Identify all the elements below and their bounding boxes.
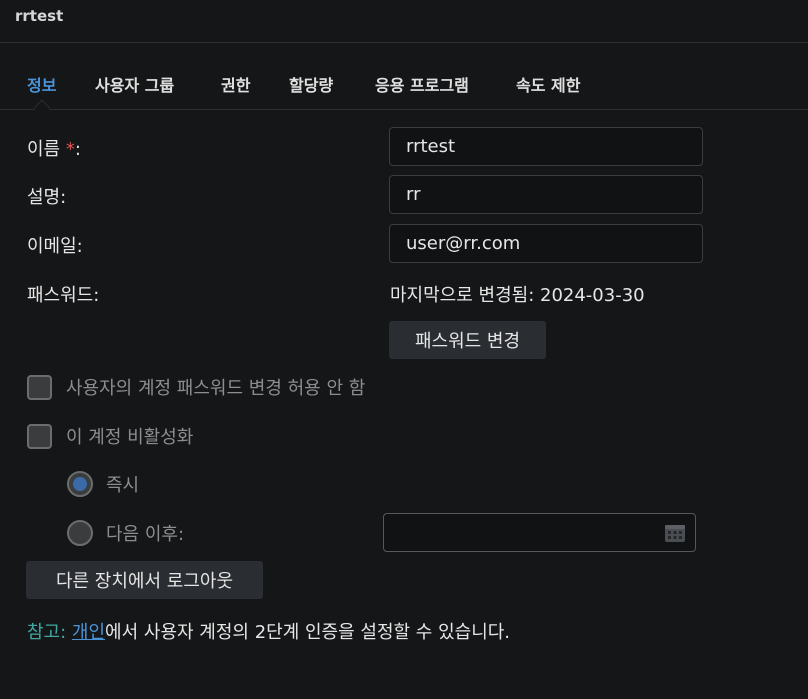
disallow-password-change-label: 사용자의 계정 패스워드 변경 허용 안 함 [66, 378, 366, 399]
email-label: 이메일: [27, 236, 83, 257]
immediately-label: 즉시 [106, 475, 140, 496]
name-label-text: 이름 [27, 139, 61, 160]
two-factor-note: 참고: 개인에서 사용자 계정의 2단계 인증을 설정할 수 있습니다. [27, 618, 510, 644]
password-last-changed-date: 2024-03-30 [540, 285, 645, 306]
logout-other-devices-button[interactable]: 다른 장치에서 로그아웃 [26, 561, 263, 599]
tab-bar: 정보 사용자 그룹 권한 할당량 응용 프로그램 속도 제한 [0, 44, 808, 117]
change-password-button[interactable]: 패스워드 변경 [389, 321, 546, 359]
tab-permissions[interactable]: 권한 [221, 72, 250, 96]
name-label: 이름 *: [27, 135, 81, 161]
required-marker: * [65, 139, 75, 160]
name-input[interactable] [389, 127, 703, 166]
tab-user-groups[interactable]: 사용자 그룹 [95, 72, 174, 96]
password-label: 패스워드: [27, 285, 100, 306]
after-date-radio[interactable] [67, 520, 93, 546]
personal-link[interactable]: 개인 [72, 622, 105, 643]
tab-speed-limit[interactable]: 속도 제한 [516, 72, 580, 96]
password-last-changed: 마지막으로 변경됨: 2024-03-30 [390, 281, 645, 307]
password-last-changed-label: 마지막으로 변경됨: [390, 285, 535, 306]
immediately-radio[interactable] [67, 471, 93, 497]
description-input[interactable] [389, 175, 703, 214]
after-date-label: 다음 이후: [106, 524, 185, 545]
tab-quota[interactable]: 할당량 [289, 72, 333, 96]
title-bar: rrtest [0, 0, 808, 43]
email-input[interactable] [389, 224, 703, 263]
tab-applications[interactable]: 응용 프로그램 [375, 72, 469, 96]
calendar-icon[interactable] [664, 523, 686, 543]
name-label-colon: : [74, 139, 81, 160]
note-text: 에서 사용자 계정의 2단계 인증을 설정할 수 있습니다. [105, 622, 511, 643]
after-date-input[interactable] [383, 513, 696, 552]
active-tab-indicator [33, 99, 51, 117]
disable-account-label: 이 계정 비활성화 [66, 427, 194, 448]
window-title: rrtest [15, 7, 64, 25]
description-label: 설명: [27, 187, 67, 208]
disable-account-checkbox[interactable] [27, 424, 52, 449]
tab-info[interactable]: 정보 [27, 72, 56, 96]
note-prefix: 참고: [27, 622, 67, 643]
disallow-password-change-checkbox[interactable] [27, 375, 52, 400]
